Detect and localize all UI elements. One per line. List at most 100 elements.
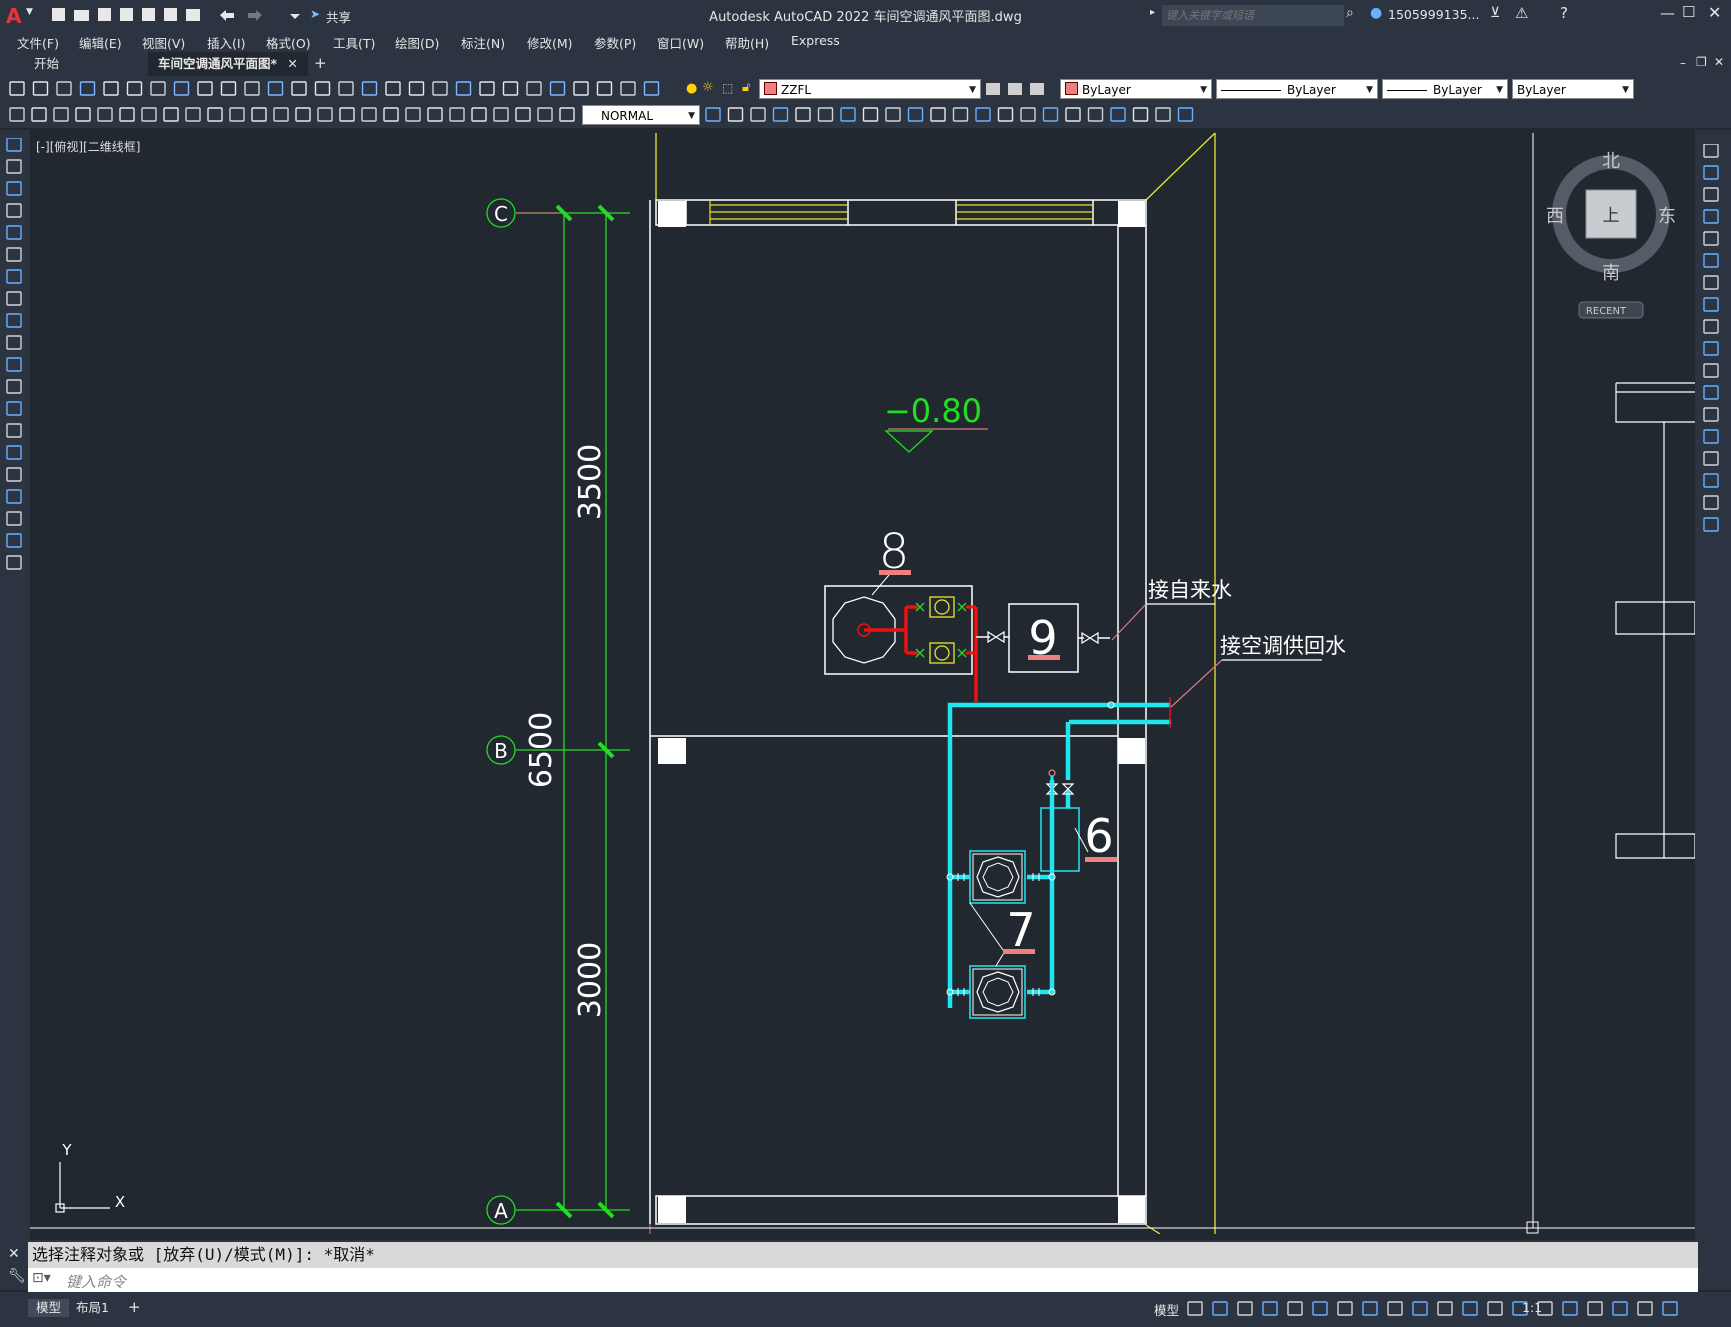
tb2icons-tool-9 <box>207 107 223 122</box>
layer-vp-icon[interactable]: ⬚ <box>722 81 733 95</box>
tb2icons2-tool-5 <box>817 107 834 122</box>
menu-item-7[interactable]: 标注(N) <box>461 33 505 52</box>
command-close-icon[interactable]: ✕ <box>8 1246 20 1262</box>
command-customize-icon[interactable]: 🔧︎ <box>8 1268 26 1284</box>
righticons-tool-12 <box>1703 407 1719 422</box>
viewcube[interactable]: 上 北 南 西 东 RECENT <box>1546 151 1676 319</box>
tb2icons2-tool-3 <box>772 107 789 122</box>
tb2icons2-tool-18 <box>1110 107 1126 122</box>
menu-item-3[interactable]: 插入(I) <box>207 33 245 52</box>
layer-lock-icon[interactable]: 🔓︎ <box>742 80 750 95</box>
tb2icons-tool-19 <box>427 107 443 122</box>
user-name[interactable]: 1505999135... <box>1388 7 1479 22</box>
maximize-icon[interactable]: ☐ <box>1682 3 1695 21</box>
lefticons-tool-8 <box>6 313 22 328</box>
viewcube-recent[interactable]: RECENT <box>1586 306 1627 317</box>
pump-upper <box>969 850 1026 904</box>
menu-item-0[interactable]: 文件(F) <box>17 33 59 52</box>
tb1icons-tool-12 <box>291 81 307 96</box>
compass-east[interactable]: 东 <box>1658 206 1676 227</box>
tb1icons-tool-2 <box>56 81 72 96</box>
tab-layout1[interactable]: 布局1 <box>68 1299 117 1317</box>
status-bar: 模型 布局1 + 模型 1:1 <box>0 1292 1731 1327</box>
color-swatch <box>1065 82 1078 95</box>
color-dropdown[interactable]: ByLayer ▼ <box>1060 79 1212 99</box>
app-menu-chevron-icon[interactable]: ▼ <box>26 7 33 17</box>
menu-item-10[interactable]: 窗口(W) <box>657 33 704 52</box>
menu-item-8[interactable]: 修改(M) <box>527 33 573 52</box>
cart-icon[interactable]: ⊻ <box>1490 5 1500 21</box>
drawing[interactable]: C B A 3500 6500 3000 −0.80 8 9 接自来水 接空调供… <box>30 130 1695 1234</box>
share-icon[interactable]: ➤ <box>310 7 320 21</box>
tb2icons-tool-21 <box>471 107 487 122</box>
doc-minimize-icon[interactable]: – <box>1680 56 1686 70</box>
help-search-input[interactable] <box>1162 5 1344 26</box>
compass-west[interactable]: 西 <box>1546 206 1564 227</box>
dimension-tools[interactable] <box>8 106 578 124</box>
doc-restore-icon[interactable]: ❐ <box>1696 55 1707 69</box>
dimstyle-dropdown[interactable]: NORMAL ▼ <box>582 105 700 125</box>
minimize-icon[interactable]: — <box>1660 4 1675 22</box>
tab-start-label: 开始 <box>34 56 60 71</box>
menu-item-4[interactable]: 格式(O) <box>266 33 311 52</box>
add-layout-icon[interactable]: + <box>128 1298 141 1316</box>
menu-item-6[interactable]: 绘图(D) <box>395 33 439 52</box>
search-icon[interactable]: ⌕ <box>1346 5 1354 21</box>
menu-item-5[interactable]: 工具(T) <box>333 33 375 52</box>
annotation-scale[interactable]: 1:1 <box>1522 1300 1542 1315</box>
menu-item-9[interactable]: 参数(P) <box>594 33 636 52</box>
command-placeholder: 键入命令 <box>66 1273 127 1291</box>
equip-label-7: 7 <box>1006 903 1035 957</box>
status-tools[interactable] <box>1186 1300 1706 1320</box>
close-icon[interactable]: ✕ <box>1708 3 1721 22</box>
compass-south[interactable]: 南 <box>1602 263 1620 284</box>
axis-label-b: B <box>494 739 508 763</box>
doc-close-icon[interactable]: ✕ <box>1714 55 1724 69</box>
tab-drawing[interactable]: 车间空调通风平面图* ✕ <box>148 52 308 76</box>
drawing-canvas[interactable]: [-][俯视][二维线框] C B A 3500 6500 3000 −0.80… <box>30 130 1695 1234</box>
statusicons-tool-15 <box>1562 1301 1578 1316</box>
righticons-tool-14 <box>1703 451 1719 466</box>
statusicons-tool-7 <box>1362 1301 1378 1316</box>
tab-close-icon[interactable]: ✕ <box>287 56 297 71</box>
viewcube-face[interactable]: 上 <box>1603 206 1620 226</box>
tb2icons2-tool-17 <box>1087 107 1104 122</box>
model-space-button[interactable]: 模型 <box>1154 1300 1179 1319</box>
lineweight-dropdown[interactable]: ByLayer ▼ <box>1382 79 1508 99</box>
share-button[interactable]: 共享 <box>326 7 351 26</box>
compass-north[interactable]: 北 <box>1602 151 1620 172</box>
statusicons-tool-6 <box>1337 1301 1353 1316</box>
righticons-tool-1 <box>1703 165 1719 180</box>
search-expand-icon[interactable]: ▸ <box>1150 7 1155 18</box>
tb2icons2-tool-11 <box>952 107 969 122</box>
menu-item-11[interactable]: 帮助(H) <box>725 33 769 52</box>
menu-item-1[interactable]: 编辑(E) <box>79 33 122 52</box>
layer-freeze-icon[interactable]: ☼ <box>702 80 714 95</box>
layer-tools[interactable] <box>984 80 1064 98</box>
autodesk-app-icon[interactable]: ⚠ <box>1515 4 1528 22</box>
help-icon[interactable]: ? <box>1560 4 1568 22</box>
menu-item-12[interactable]: Express <box>791 33 840 48</box>
plotstyle-dropdown[interactable]: ByLayer ▼ <box>1512 79 1634 99</box>
layer-on-icon[interactable]: ● <box>686 81 697 96</box>
standard-tools[interactable] <box>8 80 673 98</box>
tab-model[interactable]: 模型 <box>28 1299 70 1317</box>
modify-tools[interactable] <box>704 106 1214 124</box>
command-prompt-icon[interactable]: ⊡▾ <box>32 1270 51 1286</box>
autocad-logo-icon[interactable]: A <box>6 4 21 28</box>
tab-start[interactable]: 开始 <box>24 52 164 76</box>
statusicons-tool-17 <box>1612 1301 1628 1316</box>
draw-tools[interactable] <box>6 138 26 578</box>
righticons-tool-16 <box>1703 495 1719 510</box>
tb1icons-tool-19 <box>455 81 472 96</box>
new-tab-icon[interactable]: + <box>314 54 327 72</box>
linetype-dropdown[interactable]: ByLayer ▼ <box>1216 79 1378 99</box>
dim-ticks <box>555 204 615 1219</box>
menu-item-2[interactable]: 视图(V) <box>142 33 185 52</box>
tb2icons2-tool-2 <box>750 107 766 122</box>
layer-dropdown[interactable]: ZZFL ▼ <box>759 79 981 99</box>
tb2icons-tool-0 <box>9 107 25 122</box>
modify-side-tools[interactable] <box>1703 144 1725 544</box>
command-input[interactable]: ⊡▾ 键入命令 <box>28 1268 1698 1292</box>
tb1icons-tool-24 <box>573 81 589 96</box>
